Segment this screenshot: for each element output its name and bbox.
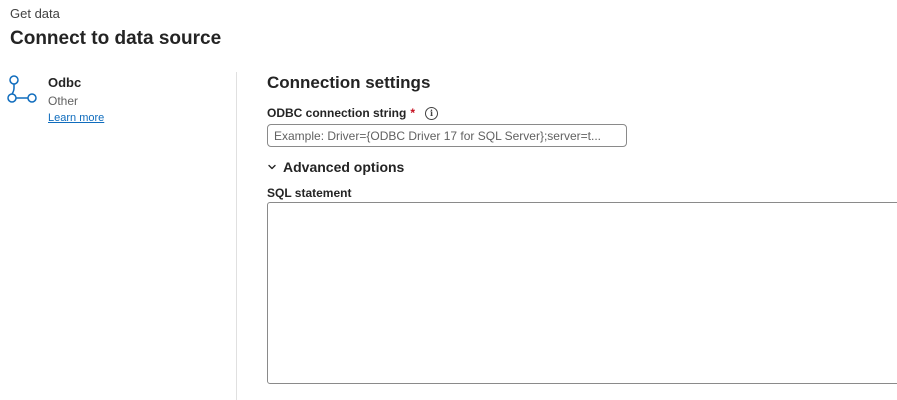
- connection-string-label-row: ODBC connection string * i: [267, 106, 439, 120]
- advanced-options-toggle[interactable]: Advanced options: [267, 159, 404, 175]
- panel-divider: [236, 72, 237, 400]
- connect-data-source-page: Get data Connect to data source Odbc Oth…: [0, 0, 897, 400]
- connection-settings-title: Connection settings: [267, 73, 431, 92]
- advanced-options-label: Advanced options: [283, 159, 405, 175]
- chevron-down-icon: [268, 164, 276, 170]
- page-title: Connect to data source: [10, 28, 222, 49]
- page-subtitle: Get data: [10, 6, 60, 21]
- sql-statement-textarea[interactable]: [267, 202, 897, 384]
- learn-more-link[interactable]: Learn more: [48, 112, 104, 124]
- required-indicator: *: [410, 106, 416, 120]
- info-icon[interactable]: i: [425, 106, 439, 120]
- connector-name: Odbc: [48, 75, 82, 90]
- odbc-connector-icon: [7, 75, 37, 103]
- connection-string-label: ODBC connection string: [267, 106, 407, 120]
- connection-string-input[interactable]: [267, 124, 627, 147]
- connector-category: Other: [48, 94, 79, 108]
- sql-statement-label: SQL statement: [267, 186, 352, 200]
